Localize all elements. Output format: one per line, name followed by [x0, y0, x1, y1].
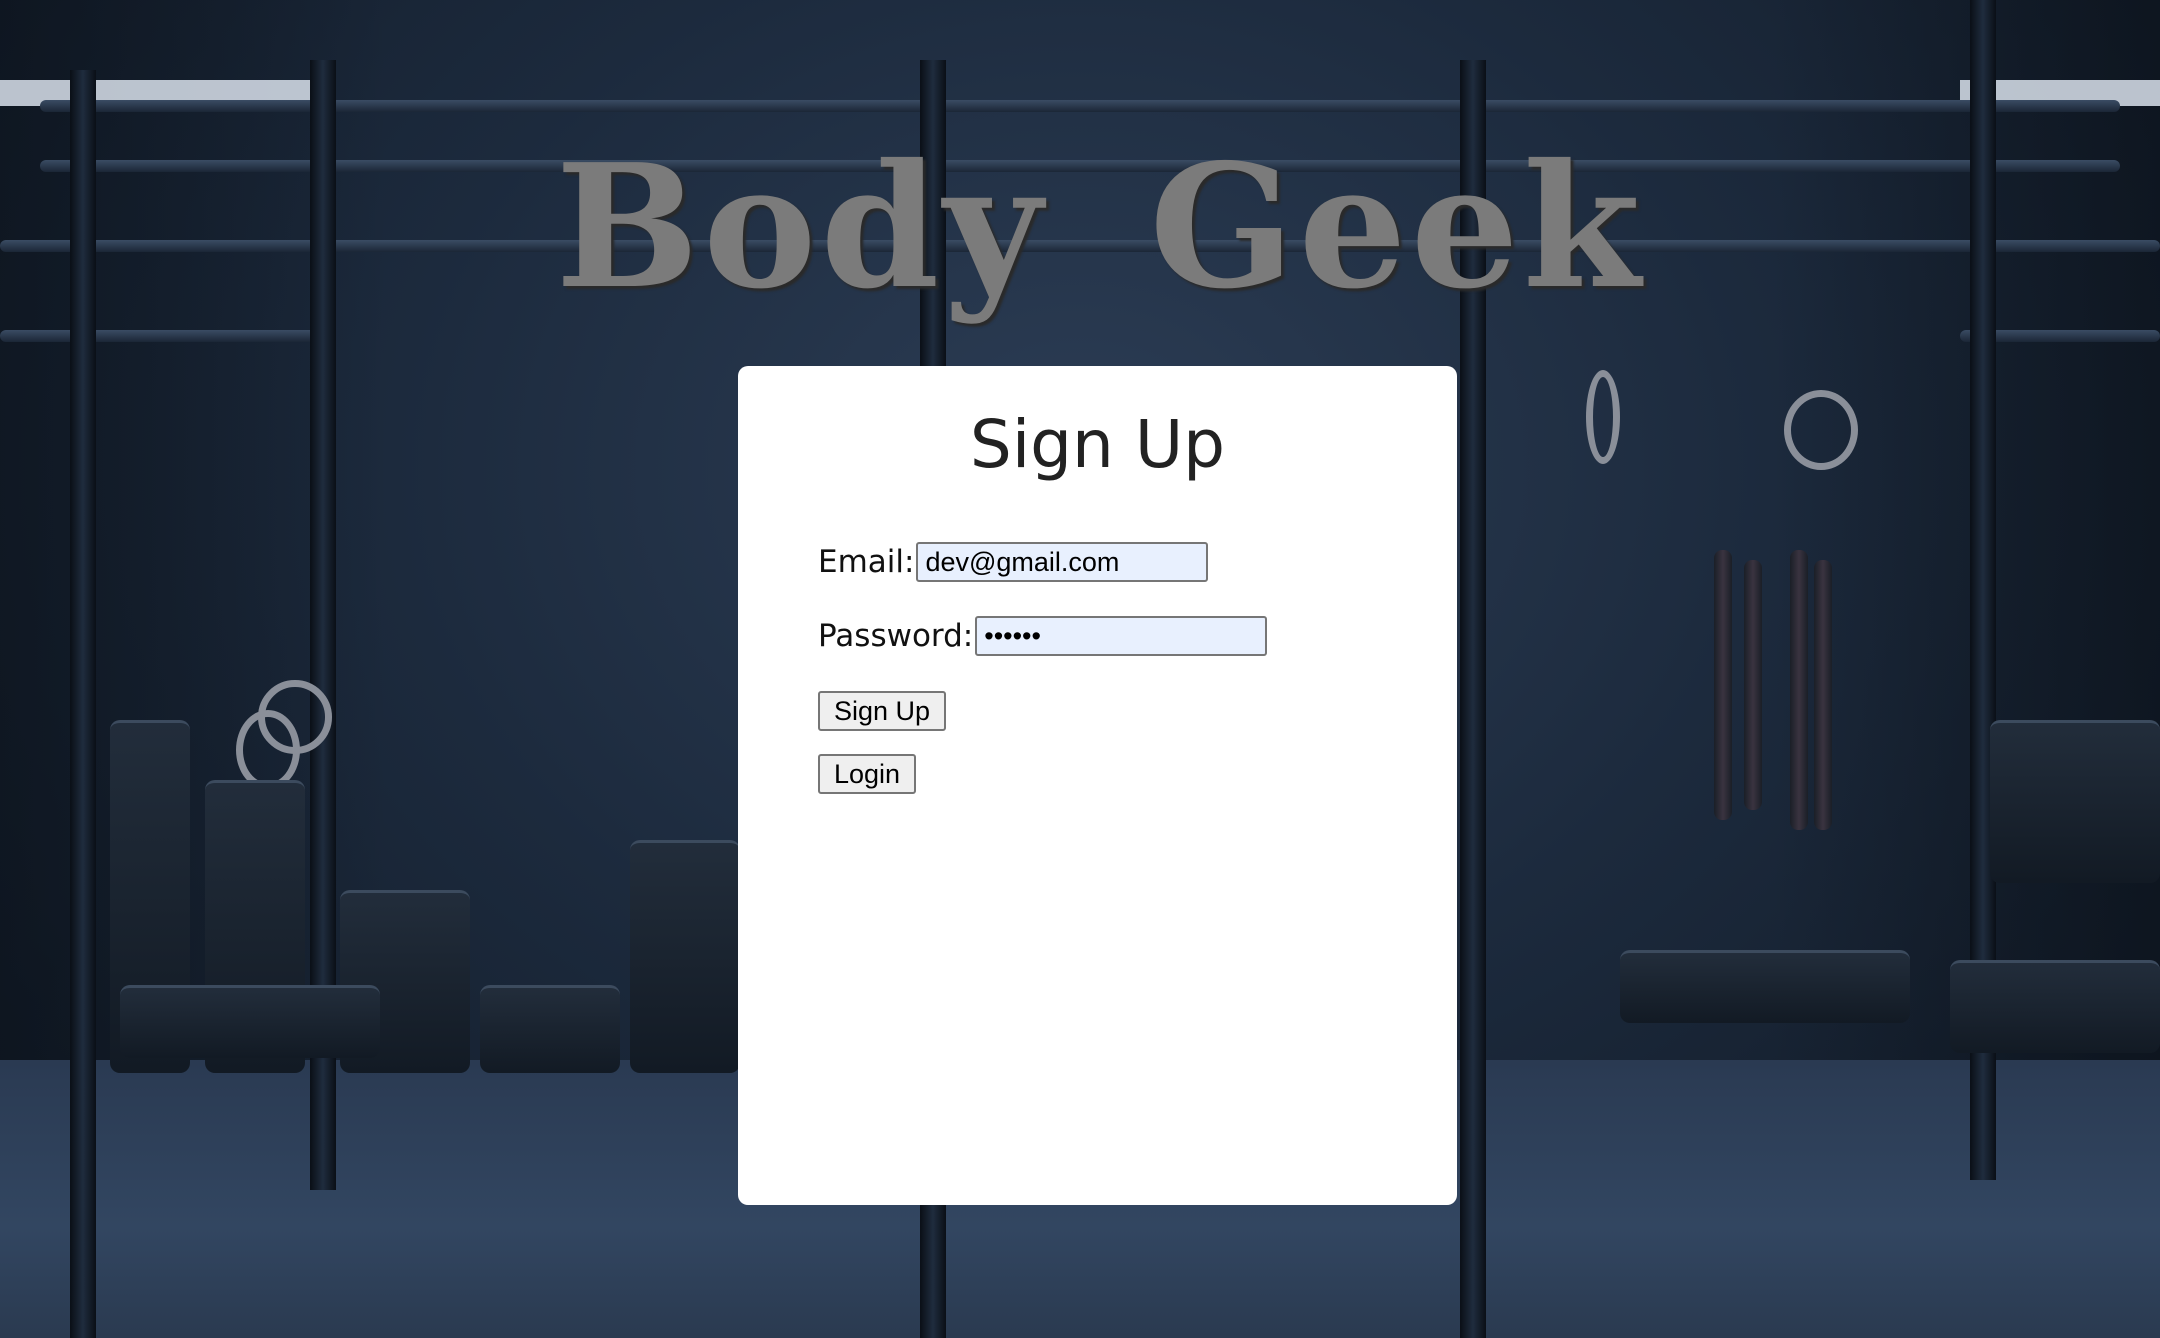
gymnastic-ring: [1586, 370, 1620, 464]
weight-plate-stack: [630, 840, 740, 1073]
rig-bar: [0, 330, 330, 342]
password-row: Password:: [818, 616, 1268, 656]
email-row: Email:: [818, 542, 1209, 582]
form-heading: Sign Up: [969, 406, 1226, 483]
barbell-rack: [1990, 720, 2160, 883]
password-label: Password:: [818, 618, 974, 654]
gymnastic-ring: [1784, 390, 1858, 470]
resistance-band: [1714, 550, 1732, 820]
site-title: Body Geek: [555, 127, 1645, 327]
resistance-band: [1814, 560, 1832, 830]
gymnastic-ring: [236, 710, 300, 790]
resistance-band: [1790, 550, 1808, 830]
bench: [1950, 960, 2160, 1053]
sign-up-button[interactable]: Sign Up: [818, 691, 947, 731]
email-label: Email:: [818, 544, 915, 580]
bench: [120, 985, 380, 1058]
email-input[interactable]: [916, 542, 1209, 582]
bench: [1620, 950, 1910, 1023]
login-button[interactable]: Login: [818, 754, 917, 794]
weight-plate-stack: [480, 985, 620, 1073]
password-input[interactable]: [975, 616, 1268, 656]
resistance-band: [1744, 560, 1762, 810]
rig-bar: [40, 100, 2120, 112]
signup-card: Sign Up Email: Password: Sign Up Login: [738, 366, 1457, 1205]
